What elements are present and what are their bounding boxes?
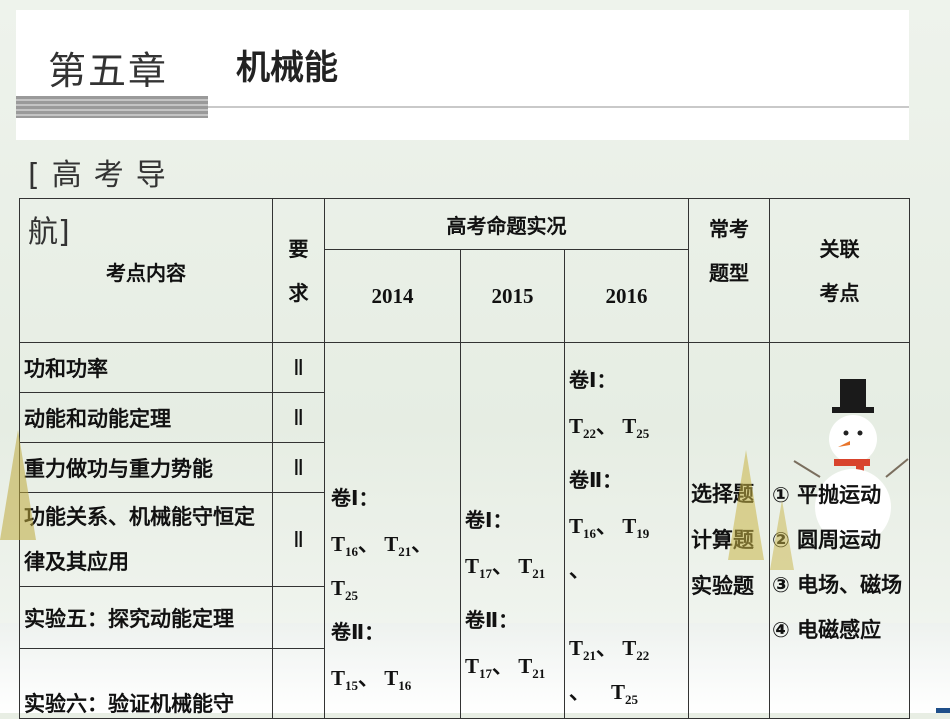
y2016-vol2: 卷Ⅱ： [569,468,623,493]
chapter-label: 第五章 [48,49,169,93]
req-row-4: Ⅱ [272,492,325,587]
y2015-vol2: 卷Ⅱ： [465,608,519,633]
header-divider [208,106,909,108]
y2016-line5: 、 T25 [569,680,639,708]
y2014-line2: T25 [331,576,359,604]
col-header-related: 关联 考点 [769,198,910,343]
chapter-subject: 机械能 [236,48,338,88]
y2014-line1: T16、 T21、 [331,532,433,560]
tree-decoration-left [0,430,36,540]
corner-mark [936,708,950,713]
cell-2014: 卷Ⅰ： T16、 T21、 T25 卷Ⅱ： T15、 T16 [324,342,461,719]
related-4: ④ 电磁感应 [772,618,882,642]
col-header-content: 考点内容 [106,261,186,285]
y2016-line1: T22、 T25 [569,414,650,442]
topic-row-4: 功能关系、机械能守恒定律及其应用 [19,492,273,587]
types-header-a: 常考 [709,217,749,241]
tree-decoration-mid [728,450,764,560]
col-header-types: 常考 题型 [688,198,770,343]
y2015-line1: T17、 T21 [465,554,546,582]
year-2014: 2014 [324,249,461,343]
cell-2016: 卷Ⅰ： T22、 T25 卷Ⅱ： T16、 T19 、 T21、 T22 、 T… [564,342,689,719]
exam-table: 航] 考点内容 要 求 高考命题实况 常考 题型 关联 考点 2014 2015… [19,198,910,719]
req-header-b: 求 [288,280,309,305]
y2014-vol2: 卷Ⅱ： [331,620,385,645]
year-2016: 2016 [564,249,689,343]
y2016-line4: T21、 T22 [569,636,650,664]
req-row-1: Ⅱ [272,342,325,393]
req-row-6 [272,648,325,719]
section-title: [高考导 [28,158,178,193]
y2014-vol1: 卷Ⅰ： [331,486,379,510]
header-content-cell: 航] 考点内容 [19,198,273,343]
topic-row-3: 重力做功与重力势能 [19,442,273,493]
req-row-5 [272,586,325,649]
cell-2015: 卷Ⅰ： T17、 T21 卷Ⅱ： T17、 T21 [460,342,565,719]
topic-row-6: 实验六：验证机械能守 [19,648,273,719]
req-header-a: 要 [288,236,309,261]
topic-row-5: 实验五：探究动能定理 [19,586,273,649]
related-header-b: 考点 [819,280,860,305]
y2014-line3: T15、 T16 [331,666,412,694]
topic-row-2: 动能和动能定理 [19,392,273,443]
y2016-line2: T16、 T19 [569,514,650,542]
y2015-vol1: 卷Ⅰ： [465,508,513,532]
y2015-line2: T17、 T21 [465,654,546,682]
req-row-2: Ⅱ [272,392,325,443]
col-header-requirement: 要 求 [272,198,325,343]
tree-decoration-right [770,500,794,570]
topic-row-1: 功和功率 [19,342,273,393]
section-title-cont: 航] [28,215,70,250]
y2016-vol1: 卷Ⅰ： [569,368,617,392]
y2016-line3: 、 [569,558,590,583]
type-exp: 实验题 [691,574,754,598]
req-row-3: Ⅱ [272,442,325,493]
col-header-exam: 高考命题实况 [324,198,689,250]
types-header-b: 题型 [709,261,749,285]
header-decor-bar [16,96,208,118]
year-2015: 2015 [460,249,565,343]
related-header-a: 关联 [819,236,860,261]
